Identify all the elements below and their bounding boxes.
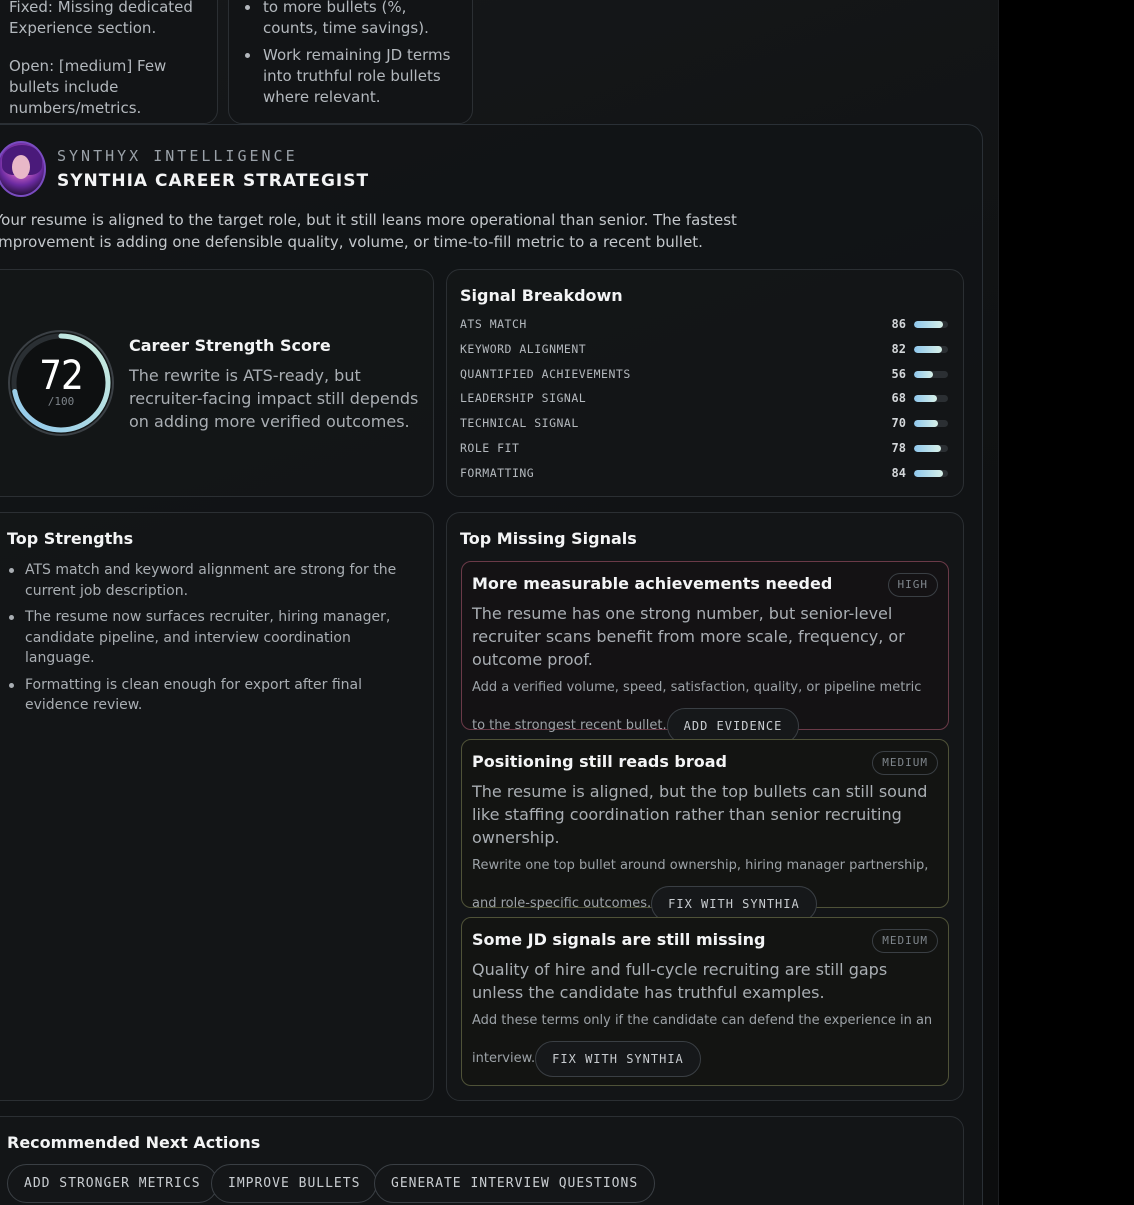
signal-label: LEADERSHIP SIGNAL <box>460 391 587 406</box>
signal-breakdown-title: Signal Breakdown <box>460 286 623 305</box>
signal-row: TECHNICAL SIGNAL 70 <box>460 414 950 434</box>
signal-row: KEYWORD ALIGNMENT 82 <box>460 340 950 360</box>
missing-signal-item: Some JD signals are still missing MEDIUM… <box>461 917 949 1086</box>
score-value: 72 <box>39 353 84 399</box>
missing-signal-body: The resume has one strong number, but se… <box>472 604 905 669</box>
open-issue-text: Open: [medium] Few bullets include numbe… <box>9 57 167 117</box>
signal-bar <box>914 395 948 403</box>
missing-signal-body: The resume is aligned, but the top bulle… <box>472 782 928 847</box>
severity-badge: MEDIUM <box>872 751 938 775</box>
missing-signal-body: Quality of hire and full-cycle recruitin… <box>472 960 888 1002</box>
strength-item: Formatting is clean enough for export af… <box>7 675 412 716</box>
signal-row: LEADERSHIP SIGNAL 68 <box>460 389 950 409</box>
signal-label: ROLE FIT <box>460 441 520 455</box>
signal-value: 56 <box>891 366 906 381</box>
signal-bar-fill <box>914 469 943 477</box>
severity-badge: HIGH <box>887 573 938 597</box>
suggestion-item: to more bullets (%, counts, time savings… <box>229 0 459 39</box>
missing-signals-title: Top Missing Signals <box>460 529 637 548</box>
missing-signal-title: Some JD signals are still missing <box>472 930 766 949</box>
signal-bar-fill <box>914 445 941 452</box>
suggestions-list: to more bullets (%, counts, time savings… <box>229 0 459 108</box>
strengths-title: Top Strengths <box>7 529 134 548</box>
signal-value: 86 <box>891 317 906 331</box>
signal-label: FORMATTING <box>460 465 535 480</box>
signal-bar <box>914 469 948 477</box>
missing-signal-recommendation: Add a verified volume, speed, satisfacti… <box>472 669 938 745</box>
resolved-issues-card: Fixed: Missing dedicated Experience sect… <box>0 0 218 124</box>
signal-value: 70 <box>891 416 906 431</box>
signal-bar <box>914 345 948 353</box>
signal-label: ATS MATCH <box>460 317 527 331</box>
signal-value: 82 <box>891 341 906 356</box>
missing-signal-title: More measurable achievements needed <box>472 574 833 593</box>
strength-item: The resume now surfaces recruiter, hirin… <box>7 607 412 669</box>
score-title: Career Strength Score <box>129 336 331 355</box>
missing-signal-recommendation: Rewrite one top bullet around ownership,… <box>472 847 938 923</box>
suggestions-card: to more bullets (%, counts, time savings… <box>228 0 473 124</box>
signal-bar-fill <box>914 321 944 328</box>
missing-signal-title: Positioning still reads broad <box>472 752 728 771</box>
missing-signal-recommendation: Add these terms only if the candidate ca… <box>472 1002 938 1078</box>
signal-bar-fill <box>914 395 938 403</box>
right-gutter <box>998 0 1134 1205</box>
add-stronger-metrics-button[interactable]: ADD STRONGER METRICS <box>7 1164 218 1203</box>
strengths-list: ATS match and keyword alignment are stro… <box>7 560 412 722</box>
score-max-label: /100 <box>47 395 75 408</box>
signal-bar <box>914 445 948 452</box>
summary-text: Your resume is aligned to the target rol… <box>0 211 737 251</box>
signal-bar-fill <box>914 370 934 378</box>
improve-bullets-button[interactable]: IMPROVE BULLETS <box>211 1164 378 1203</box>
next-actions-title: Recommended Next Actions <box>7 1133 261 1152</box>
signal-bar <box>914 321 948 328</box>
fix-with-synthia-button[interactable]: FIX WITH SYNTHIA <box>535 1040 701 1077</box>
panel-title: SYNTHIA CAREER STRATEGIST <box>57 171 370 191</box>
signal-bar <box>914 420 948 428</box>
missing-signal-item: Positioning still reads broad MEDIUM The… <box>461 739 949 922</box>
severity-badge: MEDIUM <box>872 929 938 953</box>
generate-interview-questions-button[interactable]: GENERATE INTERVIEW QUESTIONS <box>374 1164 656 1203</box>
signal-value: 84 <box>891 465 906 480</box>
signal-row: ATS MATCH 86 <box>460 315 950 335</box>
missing-signal-item: More measurable achievements needed HIGH… <box>461 561 949 744</box>
strength-item: ATS match and keyword alignment are stro… <box>7 560 412 601</box>
suggestion-item: Work remaining JD terms into truthful ro… <box>229 45 459 108</box>
signal-bar-fill <box>914 420 938 428</box>
signal-row: QUANTIFIED ACHIEVEMENTS 56 <box>460 365 950 385</box>
signal-value: 78 <box>891 441 906 455</box>
signal-value: 68 <box>891 391 906 406</box>
signal-label: QUANTIFIED ACHIEVEMENTS <box>460 366 631 381</box>
signal-row: FORMATTING 84 <box>460 464 950 484</box>
signal-label: KEYWORD ALIGNMENT <box>460 341 587 356</box>
fixed-issue-text: Fixed: Missing dedicated Experience sect… <box>9 0 193 37</box>
signal-bar-fill <box>914 345 942 353</box>
signal-row: ROLE FIT 78 <box>460 439 950 459</box>
signal-label: TECHNICAL SIGNAL <box>460 416 579 431</box>
signal-bar <box>914 370 948 378</box>
score-description: The rewrite is ATS-ready, but recruiter-… <box>129 366 419 431</box>
brand-eyebrow: SYNTHYX INTELLIGENCE <box>57 147 298 165</box>
